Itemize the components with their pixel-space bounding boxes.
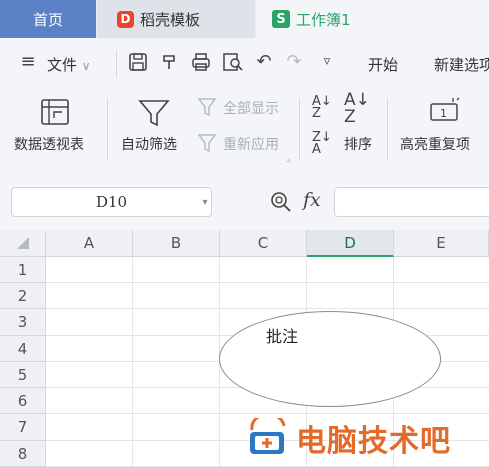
highlight-duplicates-icon: 1 [430, 97, 460, 121]
sort-ascending-icon[interactable]: A↓ Z [312, 95, 332, 120]
menu-start[interactable]: 开始 [368, 54, 398, 75]
redo-icon[interactable]: ↷ [284, 52, 304, 72]
menu-bar: ≡ 文件 ∨ ↶ ↷ ▿ 开始 新建选项 [0, 38, 489, 90]
dialog-launcher-icon[interactable]: ⌟ [286, 154, 290, 164]
more-dropdown-icon[interactable]: ▿ [317, 52, 337, 72]
undo-icon[interactable]: ↶ [254, 52, 274, 72]
print-preview-icon[interactable] [222, 52, 244, 72]
hamburger-menu-icon[interactable]: ≡ [18, 52, 38, 72]
save-icon[interactable] [128, 52, 148, 72]
sort-button[interactable]: 排序 [344, 134, 372, 154]
file-menu[interactable]: 文件 ∨ [47, 54, 91, 75]
column-header-d[interactable]: D [307, 230, 394, 257]
show-all-filter-icon [197, 98, 217, 117]
pivot-table-button[interactable]: 数据透视表 [14, 134, 84, 154]
watermark: 电脑技术吧 [246, 414, 489, 462]
sort-descending-icon[interactable]: Z↓ A [312, 131, 332, 156]
ribbon-divider [107, 98, 108, 160]
format-painter-icon[interactable] [160, 52, 180, 72]
menu-divider [116, 50, 117, 78]
row-header-5[interactable]: 5 [0, 362, 46, 388]
row-header-2[interactable]: 2 [0, 283, 46, 309]
menu-new-select[interactable]: 新建选项 [434, 54, 489, 75]
row-header-7[interactable]: 7 [0, 414, 46, 441]
row-header-6[interactable]: 6 [0, 388, 46, 414]
docer-logo-icon: D [117, 10, 134, 28]
watermark-text: 电脑技术吧 [296, 424, 451, 459]
row-header-1[interactable]: 1 [0, 257, 46, 283]
tab-bar: 首页 D 稻壳模板 S 工作簿1 [0, 0, 489, 38]
ribbon: 数据透视表 自动筛选 全部显示 重新应用 ⌟ A↓ Z Z↓ A A↓ Z 排序 1 … [0, 90, 489, 170]
name-box[interactable]: D10 [11, 187, 212, 217]
filter-icon [138, 100, 170, 127]
highlight-duplicates-button[interactable]: 高亮重复项 [400, 134, 470, 154]
tab-workbook[interactable]: S 工作簿1 [256, 0, 489, 38]
name-box-dropdown-icon[interactable]: ▾ [198, 187, 212, 217]
autofilter-button[interactable]: 自动筛选 [121, 134, 177, 154]
fx-insert-function-button[interactable]: fx [303, 189, 321, 211]
formula-input[interactable] [334, 187, 489, 217]
reapply-filter-icon [197, 134, 217, 153]
tab-home[interactable]: 首页 [0, 0, 96, 38]
tab-templates[interactable]: D 稻壳模板 [97, 0, 255, 38]
chevron-down-icon: ∨ [81, 59, 91, 73]
row-header-3[interactable]: 3 [0, 309, 46, 336]
watermark-logo-icon [250, 418, 286, 454]
pivot-table-icon [41, 99, 69, 125]
gridline [46, 308, 489, 309]
row-header-8[interactable]: 8 [0, 441, 46, 467]
ribbon-divider [299, 98, 300, 160]
ribbon-divider [387, 98, 388, 160]
comment-text[interactable]: 批注 [266, 323, 298, 347]
row-header-4[interactable]: 4 [0, 336, 46, 362]
column-header-c[interactable]: C [220, 230, 307, 257]
select-all-corner[interactable] [0, 230, 46, 257]
column-header-e[interactable]: E [394, 230, 489, 257]
gridline [132, 257, 133, 467]
comment-ellipse-shape[interactable] [219, 311, 441, 407]
gridline [46, 282, 489, 283]
zoom-formula-icon[interactable] [270, 191, 292, 213]
column-header-b[interactable]: B [133, 230, 220, 257]
column-header-a[interactable]: A [46, 230, 133, 257]
tab-workbook-label: 工作簿1 [296, 10, 351, 29]
spreadsheet-logo-icon: S [272, 10, 290, 28]
print-icon[interactable] [191, 52, 211, 72]
sort-icon: A↓ Z [344, 90, 370, 127]
reapply-button[interactable]: 重新应用 [223, 134, 279, 154]
tab-home-label: 首页 [32, 10, 63, 29]
tab-templates-label: 稻壳模板 [140, 10, 201, 29]
select-all-icon [16, 237, 29, 249]
svg-text:1: 1 [440, 107, 447, 120]
show-all-button[interactable]: 全部显示 [223, 98, 279, 118]
